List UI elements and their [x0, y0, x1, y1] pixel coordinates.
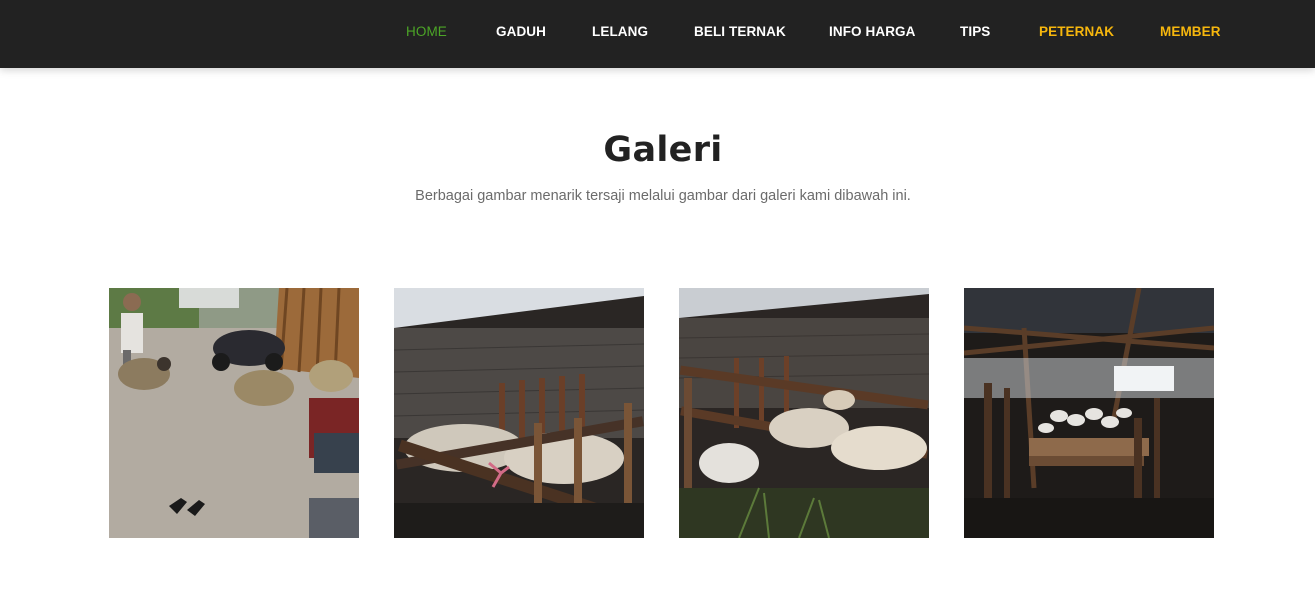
gallery-grid	[0, 288, 1315, 538]
goat-stall-photo	[679, 288, 929, 538]
gallery-title: Galeri	[603, 130, 723, 170]
nav-tips[interactable]: TIPS	[960, 25, 990, 39]
gallery-image-sheep-street[interactable]	[109, 288, 359, 538]
gallery-subtitle: Berbagai gambar menarik tersaji melalui …	[415, 188, 911, 204]
goat-pen-photo	[394, 288, 644, 538]
nav-peternak[interactable]: PETERNAK	[1039, 25, 1114, 39]
top-navbar: HOME GADUH LELANG BELI TERNAK INFO HARGA…	[0, 0, 1315, 68]
nav-info-harga[interactable]: INFO HARGA	[829, 25, 916, 39]
nav-home[interactable]: HOME	[406, 25, 447, 39]
gallery-image-barn-interior[interactable]	[964, 288, 1214, 538]
nav-beli-ternak[interactable]: BELI TERNAK	[694, 25, 786, 39]
nav-gaduh[interactable]: GADUH	[496, 25, 546, 39]
gallery-image-goat-stall[interactable]	[679, 288, 929, 538]
gallery-image-goat-pen[interactable]	[394, 288, 644, 538]
barn-interior-photo	[964, 288, 1214, 538]
sheep-street-photo	[109, 288, 359, 538]
nav-lelang[interactable]: LELANG	[592, 25, 648, 39]
nav-member[interactable]: MEMBER	[1160, 25, 1221, 39]
